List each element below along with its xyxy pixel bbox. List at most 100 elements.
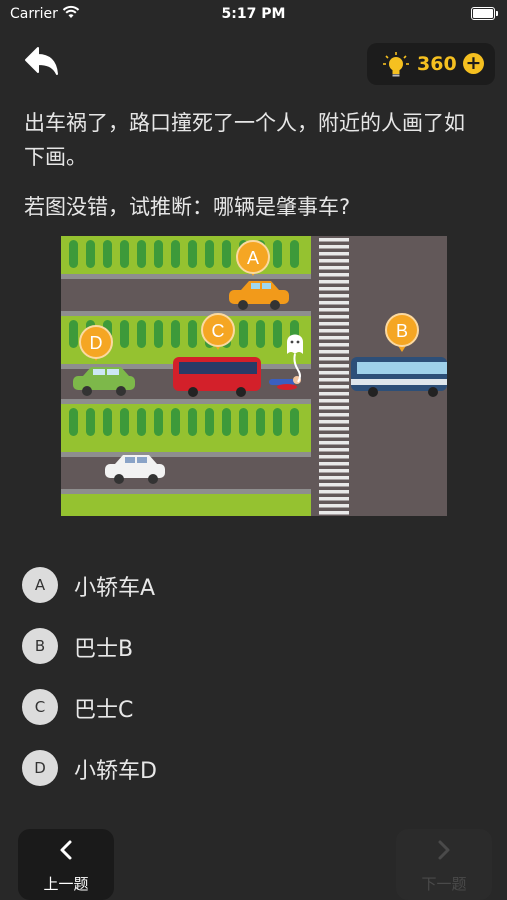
crosswalk-stripe	[319, 469, 349, 473]
tree	[222, 408, 231, 436]
battery-icon	[471, 7, 498, 20]
crosswalk-stripe	[319, 294, 349, 298]
tree	[120, 240, 129, 268]
tree	[120, 320, 129, 348]
tree	[290, 240, 299, 268]
tree	[273, 240, 282, 268]
accident-illustration: A C D B	[61, 236, 447, 516]
chevron-right-icon	[438, 840, 450, 860]
crosswalk-stripe	[319, 490, 349, 494]
crosswalk-stripe	[319, 315, 349, 319]
tree	[137, 408, 146, 436]
crosswalk-stripe	[319, 245, 349, 249]
crosswalk-stripe	[319, 364, 349, 368]
tree	[290, 408, 299, 436]
option-d-label: 小轿车D	[74, 759, 157, 784]
marker-a-label: A	[247, 248, 259, 268]
previous-question-button[interactable]: 上一题	[18, 829, 114, 900]
bus-b	[351, 357, 447, 397]
option-b-badge: B	[22, 628, 58, 664]
marker-b-label: B	[396, 321, 408, 341]
crosswalk-stripe	[319, 406, 349, 410]
tree	[69, 240, 78, 268]
crosswalk-stripe	[319, 476, 349, 480]
tree	[273, 320, 282, 348]
crosswalk-stripe	[319, 329, 349, 333]
crosswalk-stripe	[319, 259, 349, 263]
question-prompt: 若图没错，试推断：哪辆是肇事车?	[24, 195, 351, 219]
scene-svg: A C D B	[61, 236, 447, 516]
option-a-badge: A	[22, 567, 58, 603]
tree	[69, 408, 78, 436]
tree	[69, 320, 78, 348]
next-question-button[interactable]: 下一题	[396, 829, 492, 900]
back-arrow-icon	[25, 47, 58, 75]
lightbulb-icon	[383, 52, 409, 77]
back-button[interactable]	[22, 44, 62, 82]
tree	[137, 240, 146, 268]
crosswalk-stripe	[319, 266, 349, 270]
crosswalk-stripe	[319, 252, 349, 256]
tree	[171, 408, 180, 436]
option-a[interactable]: A 小轿车A	[22, 567, 322, 607]
chevron-left-icon	[60, 840, 72, 860]
option-c-label: 巴士C	[74, 698, 134, 723]
crosswalk-stripe	[319, 497, 349, 501]
crosswalk-stripe	[319, 392, 349, 396]
option-d[interactable]: D 小轿车D	[22, 750, 322, 790]
crosswalk-stripe	[319, 301, 349, 305]
status-bar: Carrier 5:17 PM	[0, 0, 507, 28]
tree	[171, 240, 180, 268]
crosswalk-stripe	[319, 441, 349, 445]
hint-counter[interactable]: 360 +	[367, 43, 495, 85]
crosswalk-stripe	[319, 504, 349, 508]
tree	[120, 408, 129, 436]
crosswalk-stripe	[319, 511, 349, 515]
crosswalk-stripe	[319, 462, 349, 466]
option-c-badge: C	[22, 689, 58, 725]
clock: 5:17 PM	[221, 6, 286, 22]
crosswalk-stripe	[319, 455, 349, 459]
tree	[171, 320, 180, 348]
crosswalk-stripe	[319, 287, 349, 291]
previous-question-label: 上一题	[43, 875, 89, 893]
tree	[86, 240, 95, 268]
crosswalk-stripe	[319, 350, 349, 354]
tree	[103, 240, 112, 268]
crosswalk-stripe	[319, 322, 349, 326]
tree	[86, 408, 95, 436]
crosswalk-stripe	[319, 399, 349, 403]
crosswalk-stripe	[319, 371, 349, 375]
crosswalk-stripe	[319, 357, 349, 361]
option-d-badge: D	[22, 750, 58, 786]
tree	[239, 320, 248, 348]
crosswalk-stripe	[319, 336, 349, 340]
tree	[103, 408, 112, 436]
tree	[188, 320, 197, 348]
option-c[interactable]: C 巴士C	[22, 689, 322, 729]
crosswalk-stripe	[319, 385, 349, 389]
question-text: 出车祸了，路口撞死了一个人，附近的人画了如下画。	[24, 111, 465, 169]
add-hint-icon[interactable]: +	[463, 53, 484, 74]
marker-c-label: C	[212, 321, 225, 341]
crosswalk-stripe	[319, 273, 349, 277]
tree	[154, 320, 163, 348]
tree	[256, 408, 265, 436]
crosswalk-stripe	[319, 280, 349, 284]
tree	[188, 240, 197, 268]
tree	[273, 408, 282, 436]
tree	[188, 408, 197, 436]
tree	[239, 408, 248, 436]
tree	[256, 320, 265, 348]
crosswalk-stripe	[319, 413, 349, 417]
option-b[interactable]: B 巴士B	[22, 628, 322, 668]
tree	[205, 408, 214, 436]
crosswalk-stripe	[319, 427, 349, 431]
crosswalk-stripe	[319, 420, 349, 424]
crosswalk-stripe	[319, 434, 349, 438]
option-a-label: 小轿车A	[74, 576, 156, 601]
bus-c	[173, 357, 261, 397]
tree	[137, 320, 146, 348]
tree	[154, 408, 163, 436]
hint-count: 360	[417, 53, 457, 75]
